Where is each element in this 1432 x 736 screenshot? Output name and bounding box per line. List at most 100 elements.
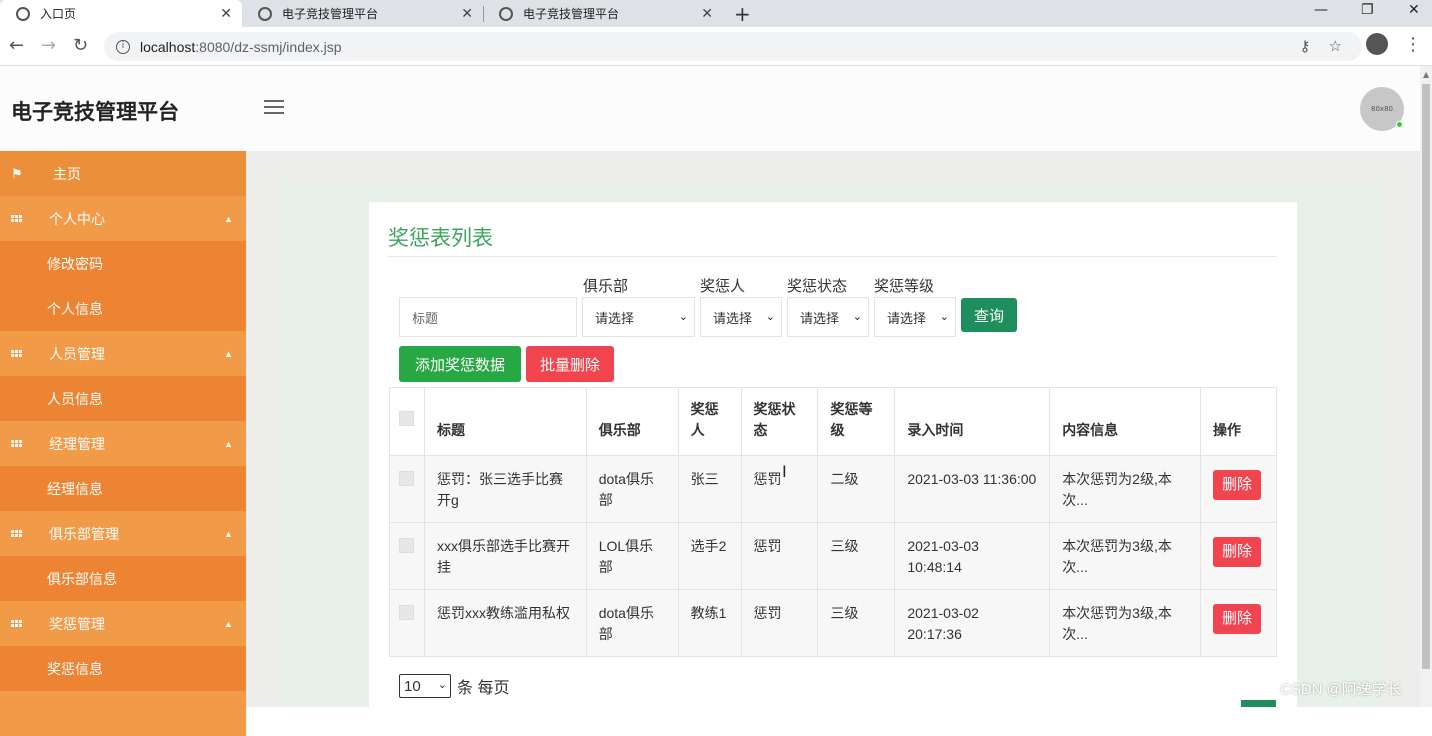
cell-level: 二级: [817, 455, 896, 523]
profile-icon[interactable]: [1366, 33, 1388, 55]
url-host: localhost: [140, 38, 196, 55]
browser-tab-1[interactable]: 电子竞技管理平台 ✕: [242, 0, 483, 27]
sidebar-group-personal[interactable]: 个人中心 ▲: [0, 196, 246, 241]
close-icon[interactable]: ✕: [220, 6, 232, 22]
scroll-up-icon[interactable]: ▲: [1423, 70, 1429, 79]
browser-tab-2[interactable]: 电子竞技管理平台 ✕: [483, 0, 723, 27]
chevron-down-icon: ⌄: [437, 679, 447, 691]
column-header[interactable]: 俱乐部: [585, 387, 679, 456]
cell-club: LOL俱乐部: [585, 522, 679, 590]
star-icon[interactable]: ☆: [1329, 37, 1342, 55]
person-filter-label: 奖惩人: [700, 278, 746, 295]
forward-icon[interactable]: →: [41, 35, 56, 56]
cell-title: 惩罚xxx教练滥用私权: [423, 589, 587, 657]
add-record-button[interactable]: 添加奖惩数据: [399, 346, 521, 382]
sidebar-item-personal-info[interactable]: 个人信息: [0, 286, 246, 331]
select-value: 请选择: [713, 310, 753, 326]
hamburger-menu-icon[interactable]: [264, 100, 284, 114]
sidebar-item-home[interactable]: ⚑ 主页: [0, 151, 246, 196]
sidebar-group-manager[interactable]: 经理管理 ▲: [0, 421, 246, 466]
sidebar-item-label: 修改密码: [47, 255, 103, 272]
row-select-cell: [389, 522, 425, 590]
url-text: localhost:8080/dz-ssmj/index.jsp: [140, 39, 342, 55]
delete-button[interactable]: 删除: [1212, 470, 1261, 500]
grid-icon: [11, 215, 22, 222]
sidebar-item-label: 人员信息: [47, 390, 103, 407]
caret-up-icon: ▲: [224, 528, 233, 539]
info-icon[interactable]: i: [116, 39, 130, 54]
cell-time: 2021-03-03 11:36:00: [894, 455, 1051, 523]
globe-icon: [258, 6, 272, 21]
scrollbar-thumb[interactable]: [1422, 84, 1430, 669]
sidebar-group-rewards[interactable]: 奖惩管理 ▲: [0, 601, 246, 646]
page-scrollbar[interactable]: ▲: [1420, 66, 1432, 707]
level-select[interactable]: 请选择 ⌄: [874, 297, 956, 337]
sidebar-group-staff[interactable]: 人员管理 ▲: [0, 331, 246, 376]
table-row: xxx俱乐部选手比赛开挂 LOL俱乐部 选手2 惩罚 三级 2021-03-03…: [389, 522, 1278, 590]
select-all-checkbox[interactable]: [399, 411, 415, 426]
menu-kebab-icon[interactable]: ⋮: [1404, 34, 1422, 55]
close-icon[interactable]: ✕: [461, 6, 473, 22]
avatar[interactable]: 80x80: [1360, 87, 1404, 131]
sidebar-item-label: 经理管理: [49, 435, 105, 452]
restore-icon[interactable]: ❐: [1361, 2, 1374, 18]
cell-person: 张三: [677, 455, 742, 523]
club-select[interactable]: 请选择 ⌄: [582, 297, 695, 337]
sidebar-item-club-info[interactable]: 俱乐部信息: [0, 556, 246, 601]
sidebar-item-change-password[interactable]: 修改密码: [0, 241, 246, 286]
sidebar-item-rewards-info[interactable]: 奖惩信息: [0, 646, 246, 691]
globe-icon: [499, 6, 513, 21]
chevron-down-icon: ⌄: [765, 311, 775, 323]
person-select[interactable]: 请选择 ⌄: [700, 297, 782, 337]
status-select[interactable]: 请选择 ⌄: [787, 297, 869, 337]
column-header[interactable]: 标题: [423, 387, 587, 456]
browser-tab-0[interactable]: 入口页 ✕: [0, 0, 242, 27]
list-card: 奖惩表列表 俱乐部 奖惩人 奖惩状态 奖惩等级 标题 请选择 ⌄ 请选择 ⌄ 请…: [369, 202, 1297, 707]
title-search-input[interactable]: 标题: [399, 297, 577, 337]
sidebar-group-next[interactable]: [0, 691, 246, 736]
back-icon[interactable]: ←: [9, 35, 24, 56]
grid-icon: [11, 440, 22, 447]
browser-address-bar: ← → ↻ i localhost:8080/dz-ssmj/index.jsp…: [0, 27, 1432, 66]
sidebar-group-club[interactable]: 俱乐部管理 ▲: [0, 511, 246, 556]
column-header[interactable]: 录入时间: [894, 387, 1051, 456]
row-checkbox[interactable]: [399, 605, 415, 620]
window-close-icon[interactable]: ✕: [1408, 2, 1420, 18]
minimize-icon[interactable]: —: [1314, 2, 1328, 18]
url-field[interactable]: i localhost:8080/dz-ssmj/index.jsp ⚷ ☆: [104, 32, 1362, 61]
sidebar-item-label: 俱乐部信息: [47, 570, 117, 587]
sidebar-item-label: 人员管理: [49, 345, 105, 362]
query-button[interactable]: 查询: [961, 298, 1017, 332]
key-icon[interactable]: ⚷: [1300, 37, 1311, 55]
cell-club: dota俱乐部: [585, 589, 679, 657]
page-size-select[interactable]: 10 ⌄: [399, 674, 451, 698]
cell-status: 惩罚: [740, 455, 819, 523]
text-cursor-icon: I: [782, 462, 787, 481]
cell-time: 2021-03-03 10:48:14: [894, 522, 1051, 590]
chevron-down-icon: ⌄: [939, 311, 949, 323]
reload-icon[interactable]: ↻: [73, 35, 88, 56]
delete-button[interactable]: 删除: [1212, 604, 1261, 634]
partial-button[interactable]: [1241, 700, 1276, 707]
close-icon[interactable]: ✕: [701, 6, 713, 22]
row-checkbox[interactable]: [399, 538, 415, 553]
new-tab-icon[interactable]: +: [734, 2, 751, 26]
column-header[interactable]: 奖惩人: [677, 387, 742, 456]
cell-action: 删除: [1199, 522, 1278, 590]
row-select-cell: [389, 455, 425, 523]
sidebar-item-staff-info[interactable]: 人员信息: [0, 376, 246, 421]
cell-person: 选手2: [677, 522, 742, 590]
row-checkbox[interactable]: [399, 471, 415, 486]
column-header[interactable]: 奖惩等级: [817, 387, 896, 456]
sidebar-item-manager-info[interactable]: 经理信息: [0, 466, 246, 511]
caret-up-icon: ▲: [224, 213, 233, 224]
cell-person: 教练1: [677, 589, 742, 657]
table-row: 惩罚：张三选手比赛开g dota俱乐部 张三 惩罚 二级 2021-03-03 …: [389, 455, 1278, 523]
column-header[interactable]: 奖惩状态: [740, 387, 819, 456]
cell-content: 本次惩罚为2级,本次...: [1049, 455, 1201, 523]
batch-delete-button[interactable]: 批量删除: [526, 346, 614, 382]
cell-level: 三级: [817, 522, 896, 590]
column-header[interactable]: 内容信息: [1049, 387, 1201, 456]
delete-button[interactable]: 删除: [1212, 537, 1261, 567]
table-row: 惩罚xxx教练滥用私权 dota俱乐部 教练1 惩罚 三级 2021-03-02…: [389, 589, 1278, 657]
